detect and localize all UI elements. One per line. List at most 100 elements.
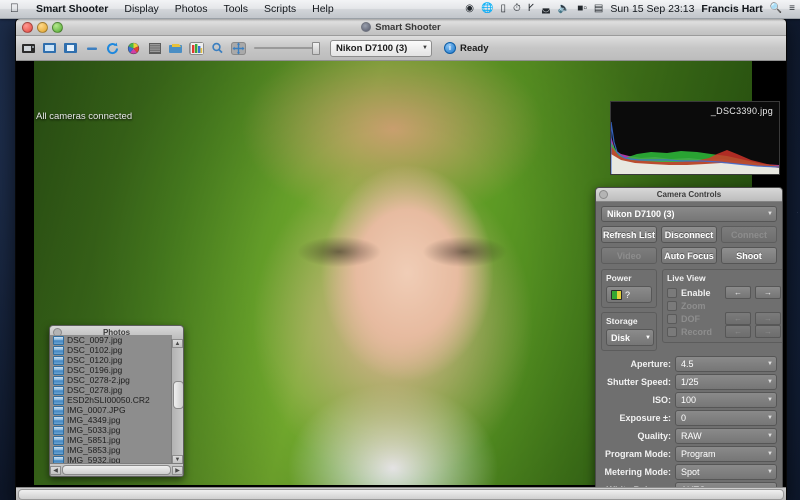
list-item[interactable]: ESD2hSLI00050.CR2: [50, 395, 172, 405]
zoom-icon[interactable]: [210, 42, 225, 55]
list-item[interactable]: DSC_0097.jpg: [50, 335, 172, 345]
setting-row: Metering Mode:Spot▼: [601, 464, 777, 479]
storage-group: Storage Disk ▼: [601, 312, 657, 351]
display-icon[interactable]: [63, 42, 78, 55]
color-wheel-icon[interactable]: [126, 42, 141, 55]
setting-select-exposure[interactable]: 0▼: [675, 410, 777, 426]
zoom-slider[interactable]: [254, 42, 320, 55]
setting-label: Shutter Speed:: [601, 377, 675, 387]
live-view-option-label: Record: [681, 327, 721, 337]
list-item[interactable]: DSC_0278.jpg: [50, 385, 172, 395]
bluetooth-icon[interactable]: 𐌖: [528, 4, 534, 14]
menu-item-tools[interactable]: Tools: [216, 0, 257, 18]
camera-settings-fields: Aperture:4.5▼Shutter Speed:1/25▼ISO:100▼…: [601, 356, 777, 500]
arrow-left-icon[interactable]: ←: [725, 286, 751, 299]
smart-shooter-window: Smart Shooter: [15, 18, 787, 500]
photos-horizontal-scrollbar[interactable]: ◀ ▶: [50, 463, 183, 476]
toolbar-camera-select[interactable]: Nikon D7100 (3) ▼: [330, 40, 432, 57]
list-item[interactable]: IMG_5033.jpg: [50, 425, 172, 435]
scroll-right-icon[interactable]: ▶: [172, 466, 183, 475]
minus-icon[interactable]: [84, 42, 99, 55]
eject-icon[interactable]: ▯: [500, 4, 506, 14]
list-item[interactable]: DSC_0120.jpg: [50, 355, 172, 365]
setting-label: Aperture:: [601, 359, 675, 369]
volume-icon[interactable]: 🔈: [558, 4, 570, 14]
cameras-connected-label: All cameras connected: [36, 111, 132, 122]
photos-hscroll-thumb[interactable]: [62, 465, 171, 475]
arrow-right-icon: →: [755, 312, 781, 325]
search-icon[interactable]: 🔍: [770, 4, 782, 14]
display-icon[interactable]: ▤: [594, 4, 603, 14]
battery-icon[interactable]: ■▫: [577, 4, 587, 14]
disconnect-button[interactable]: Disconnect: [661, 226, 717, 243]
zoom-slider-knob[interactable]: [312, 42, 320, 55]
tag-icon[interactable]: [168, 42, 183, 55]
chevron-down-icon: ▼: [767, 379, 773, 385]
histogram-icon[interactable]: [189, 42, 204, 55]
live-view-row: DOF←→: [667, 312, 781, 325]
menu-bar-status-area: ◉ 🌐 ▯ ⏱ 𐌖 ◛ 🔈 ■▫ ▤ Sun 15 Sep 23:13 Fran…: [465, 3, 800, 15]
menu-item-help[interactable]: Help: [304, 0, 342, 18]
setting-select-shutter-speed[interactable]: 1/25▼: [675, 374, 777, 390]
list-item[interactable]: DSC_0278-2.jpg: [50, 375, 172, 385]
power-label: Power: [606, 273, 652, 283]
menu-item-display[interactable]: Display: [116, 0, 166, 18]
storage-select[interactable]: Disk ▼: [606, 329, 654, 346]
scroll-up-icon[interactable]: ▲: [172, 339, 183, 348]
refresh-icon[interactable]: [105, 42, 120, 55]
camera-controls-titlebar[interactable]: Camera Controls: [596, 188, 782, 202]
wifi-icon[interactable]: ◛: [541, 4, 551, 14]
photo-file-icon: [53, 396, 64, 405]
photo-file-icon: [53, 416, 64, 425]
menu-bar-clock[interactable]: Sun 15 Sep 23:13: [610, 3, 694, 15]
globe-icon[interactable]: 🌐: [481, 4, 493, 14]
list-item[interactable]: IMG_5853.jpg: [50, 445, 172, 455]
setting-select-program-mode[interactable]: Program▼: [675, 446, 777, 462]
checkbox-record: [667, 327, 677, 337]
dropbox-icon[interactable]: ◉: [465, 4, 474, 14]
list-item[interactable]: IMG_0007.JPG: [50, 405, 172, 415]
photo-filename: ESD2hSLI00050.CR2: [67, 395, 150, 405]
setting-select-aperture[interactable]: 4.5▼: [675, 356, 777, 372]
camera-controls-close-icon[interactable]: [599, 190, 608, 199]
timemachine-icon[interactable]: ⏱: [513, 4, 521, 14]
camera-select[interactable]: Nikon D7100 (3) ▼: [601, 206, 777, 222]
window-horizontal-scrollbar[interactable]: [16, 487, 786, 500]
menu-item-scripts[interactable]: Scripts: [256, 0, 304, 18]
photo-file-icon: [53, 436, 64, 445]
chevron-down-icon: ▼: [422, 45, 428, 51]
photo-filename: DSC_0120.jpg: [67, 355, 122, 365]
arrow-right-icon[interactable]: →: [755, 286, 781, 299]
move-icon[interactable]: [231, 42, 246, 55]
setting-select-metering-mode[interactable]: Spot▼: [675, 464, 777, 480]
camera-icon[interactable]: [21, 42, 36, 55]
camera-controls-title: Camera Controls: [657, 190, 721, 199]
checkbox-enable[interactable]: [667, 288, 677, 298]
apple-menu-icon[interactable]: : [0, 2, 28, 14]
photos-scroll-thumb[interactable]: [173, 381, 184, 409]
shoot-button[interactable]: Shoot: [721, 247, 777, 264]
menu-item-smart-shooter[interactable]: Smart Shooter: [28, 0, 116, 18]
grid-icon[interactable]: [147, 42, 162, 55]
camera-controls-panel: Camera Controls Nikon D7100 (3) ▼ Refres…: [595, 187, 783, 500]
photos-file-list[interactable]: DSC_0097.jpgDSC_0102.jpgDSC_0120.jpgDSC_…: [50, 335, 172, 464]
auto-focus-button[interactable]: Auto Focus: [661, 247, 717, 264]
list-item[interactable]: IMG_4349.jpg: [50, 415, 172, 425]
storage-value: Disk: [611, 333, 630, 343]
menu-item-photos[interactable]: Photos: [167, 0, 216, 18]
info-icon: i: [444, 42, 456, 54]
screen-capture-icon[interactable]: [42, 42, 57, 55]
setting-select-iso[interactable]: 100▼: [675, 392, 777, 408]
setting-select-quality[interactable]: RAW▼: [675, 428, 777, 444]
window-hscroll-thumb[interactable]: [18, 489, 784, 500]
photos-vertical-scrollbar[interactable]: ▲ ▼: [171, 339, 183, 464]
menu-bar-username[interactable]: Francis Hart: [701, 3, 762, 15]
list-item[interactable]: IMG_5851.jpg: [50, 435, 172, 445]
notification-center-icon[interactable]: ≡: [789, 4, 795, 14]
scroll-left-icon[interactable]: ◀: [50, 466, 61, 475]
window-titlebar[interactable]: Smart Shooter: [16, 19, 786, 36]
refresh-list-button[interactable]: Refresh List: [601, 226, 657, 243]
list-item[interactable]: DSC_0102.jpg: [50, 345, 172, 355]
setting-value: RAW: [681, 431, 702, 441]
list-item[interactable]: DSC_0196.jpg: [50, 365, 172, 375]
